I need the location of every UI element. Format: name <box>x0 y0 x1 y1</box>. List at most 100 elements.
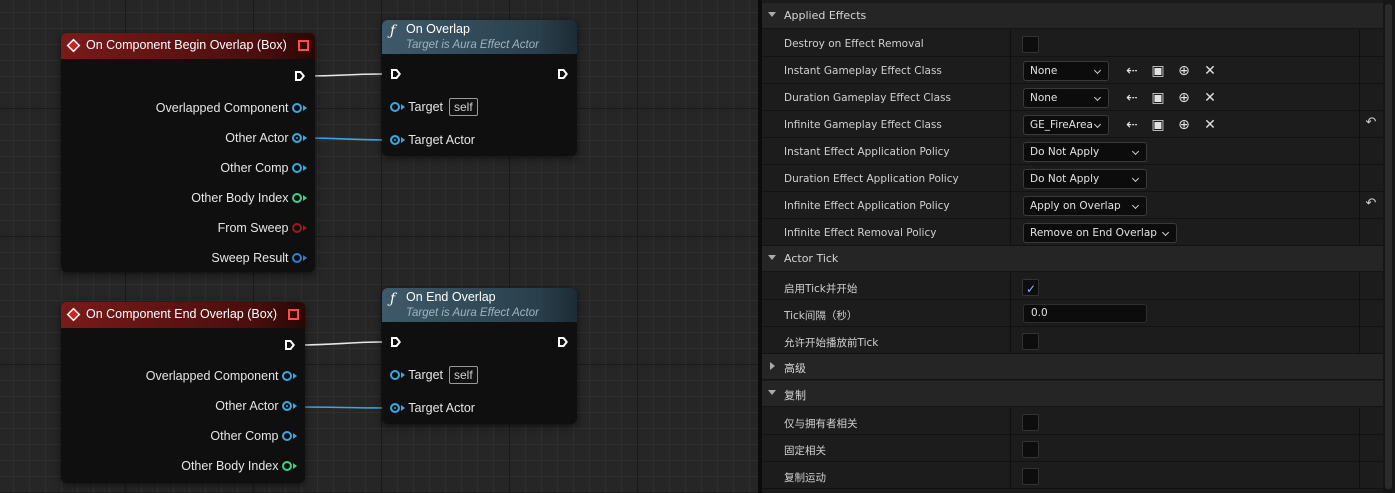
pin-other-body-index[interactable]: Other Body Index <box>181 459 297 473</box>
browse-back-arrow-icon[interactable]: ⇠ <box>1123 62 1141 80</box>
on-overlap-function-node[interactable]: ƒ On Overlap Target is Aura Effect Actor… <box>382 20 577 156</box>
pin-target[interactable]: Target self <box>390 98 478 116</box>
bool-pin-icon[interactable] <box>292 223 302 233</box>
blueprint-graph[interactable]: On Component Begin Overlap (Box) Overlap… <box>0 0 758 493</box>
prop-infinite-gameplay-effect-class: Infinite Gameplay Effect Class GE_FireAr… <box>762 111 1383 138</box>
node-title: On Component End Overlap (Box) <box>86 307 278 321</box>
chevron-down-icon <box>1131 174 1140 183</box>
target-self-box[interactable]: self <box>449 366 478 384</box>
add-icon[interactable]: ⊕ <box>1175 116 1193 134</box>
exec-out-pin[interactable] <box>557 336 569 348</box>
category-label: Actor Tick <box>784 252 839 265</box>
scrollbar-thumb[interactable] <box>1385 4 1392 489</box>
object-pin-icon[interactable] <box>390 403 400 413</box>
delegate-pin-icon[interactable] <box>288 309 299 320</box>
object-pin-icon[interactable] <box>292 163 302 173</box>
instant-policy-combo[interactable]: Do Not Apply <box>1023 142 1147 162</box>
column-divider <box>1010 30 1011 57</box>
prop-replicate-movement: 复制运动 <box>762 462 1383 489</box>
pin-other-actor[interactable]: Other Actor <box>215 399 297 413</box>
browse-folder-icon[interactable]: ▣ <box>1149 89 1167 107</box>
pin-other-comp[interactable]: Other Comp <box>210 429 297 443</box>
node-header[interactable]: On Component End Overlap (Box) <box>61 302 305 328</box>
object-pin-icon[interactable] <box>390 370 400 380</box>
node-header[interactable]: On Component Begin Overlap (Box) <box>61 33 315 59</box>
clear-icon[interactable]: ✕ <box>1201 89 1219 107</box>
object-pin-icon[interactable] <box>282 371 292 381</box>
object-pin-icon[interactable] <box>390 135 400 145</box>
clear-icon[interactable]: ✕ <box>1201 116 1219 134</box>
target-self-box[interactable]: self <box>449 98 478 116</box>
duration-policy-combo[interactable]: Do Not Apply <box>1023 169 1147 189</box>
instant-class-combo[interactable]: None <box>1023 61 1109 81</box>
node-header[interactable]: ƒ On End Overlap Target is Aura Effect A… <box>382 288 577 322</box>
object-pin-icon[interactable] <box>282 431 292 441</box>
browse-folder-icon[interactable]: ▣ <box>1149 62 1167 80</box>
category-replication[interactable]: 复制 <box>762 381 1383 407</box>
pin-label: Target Actor <box>408 401 475 415</box>
arrow-icon <box>303 195 307 201</box>
int-pin-icon[interactable] <box>292 193 302 203</box>
clear-icon[interactable]: ✕ <box>1201 62 1219 80</box>
column-divider <box>1359 327 1360 354</box>
pin-other-comp[interactable]: Other Comp <box>220 161 307 175</box>
browse-back-arrow-icon[interactable]: ⇠ <box>1123 89 1141 107</box>
exec-out-pin[interactable] <box>557 68 569 80</box>
browse-folder-icon[interactable]: ▣ <box>1149 116 1167 134</box>
chevron-down-icon <box>768 12 776 17</box>
pin-other-actor[interactable]: Other Actor <box>225 131 307 145</box>
pin-overlapped-component[interactable]: Overlapped Component <box>146 369 297 383</box>
exec-in-pin[interactable] <box>390 68 402 80</box>
tick-before-play-checkbox[interactable] <box>1022 333 1039 350</box>
on-end-overlap-function-node[interactable]: ƒ On End Overlap Target is Aura Effect A… <box>382 288 577 424</box>
exec-out-pin[interactable] <box>284 339 296 351</box>
int-pin-icon[interactable] <box>282 461 292 471</box>
pin-target-actor[interactable]: Target Actor <box>390 133 475 147</box>
prop-only-relevant-to-owner: 仅与拥有者相关 <box>762 408 1383 435</box>
pin-other-body-index[interactable]: Other Body Index <box>191 191 307 205</box>
category-advanced[interactable]: 高级 <box>762 354 1383 380</box>
add-icon[interactable]: ⊕ <box>1175 62 1193 80</box>
pin-target-actor[interactable]: Target Actor <box>390 401 475 415</box>
chevron-down-icon <box>768 390 776 395</box>
delegate-pin-icon[interactable] <box>298 40 309 51</box>
node-title: On Overlap <box>406 22 470 36</box>
reset-to-default-icon[interactable]: ↶ <box>1363 115 1379 133</box>
tick-start-checkbox[interactable]: ✓ <box>1022 279 1039 296</box>
add-icon[interactable]: ⊕ <box>1175 89 1193 107</box>
object-pin-icon[interactable] <box>292 133 302 143</box>
duration-class-combo[interactable]: None <box>1023 88 1109 108</box>
object-pin-icon[interactable] <box>282 401 292 411</box>
prop-label: Infinite Effect Removal Policy <box>784 227 937 239</box>
object-pin-icon[interactable] <box>390 102 400 112</box>
tick-interval-input[interactable]: 0.0 <box>1023 304 1147 323</box>
pin-overlapped-component[interactable]: Overlapped Component <box>156 101 307 115</box>
object-pin-icon[interactable] <box>292 103 302 113</box>
category-actor-tick[interactable]: Actor Tick <box>762 246 1383 272</box>
pin-target[interactable]: Target self <box>390 366 478 384</box>
exec-out-pin[interactable] <box>294 70 306 82</box>
category-applied-effects[interactable]: Applied Effects <box>762 3 1383 29</box>
infinite-removal-combo[interactable]: Remove on End Overlap <box>1023 223 1177 243</box>
node-header[interactable]: ƒ On Overlap Target is Aura Effect Actor <box>382 20 577 54</box>
pin-sweep-result[interactable]: Sweep Result <box>211 251 307 265</box>
arrow-icon <box>303 225 307 231</box>
reset-to-default-icon[interactable]: ↶ <box>1363 196 1379 214</box>
replicate-movement-checkbox[interactable] <box>1022 468 1039 485</box>
struct-pin-icon[interactable] <box>292 253 302 263</box>
infinite-policy-combo[interactable]: Apply on Overlap <box>1023 196 1147 216</box>
begin-overlap-event-node[interactable]: On Component Begin Overlap (Box) Overlap… <box>61 33 315 272</box>
pin-label: From Sweep <box>217 221 289 235</box>
end-overlap-event-node[interactable]: On Component End Overlap (Box) Overlappe… <box>61 302 305 483</box>
chevron-down-icon <box>1131 201 1140 210</box>
only-owner-checkbox[interactable] <box>1022 414 1039 431</box>
pin-from-sweep[interactable]: From Sweep <box>218 221 307 235</box>
arrow-icon <box>303 165 307 171</box>
exec-in-pin[interactable] <box>390 336 402 348</box>
combo-value: None <box>1030 65 1058 77</box>
browse-back-arrow-icon[interactable]: ⇠ <box>1123 116 1141 134</box>
prop-label: 仅与拥有者相关 <box>784 418 858 430</box>
always-relevant-checkbox[interactable] <box>1022 441 1039 458</box>
infinite-class-combo[interactable]: GE_FireArea <box>1023 115 1109 135</box>
destroy-on-removal-checkbox[interactable] <box>1022 36 1039 53</box>
